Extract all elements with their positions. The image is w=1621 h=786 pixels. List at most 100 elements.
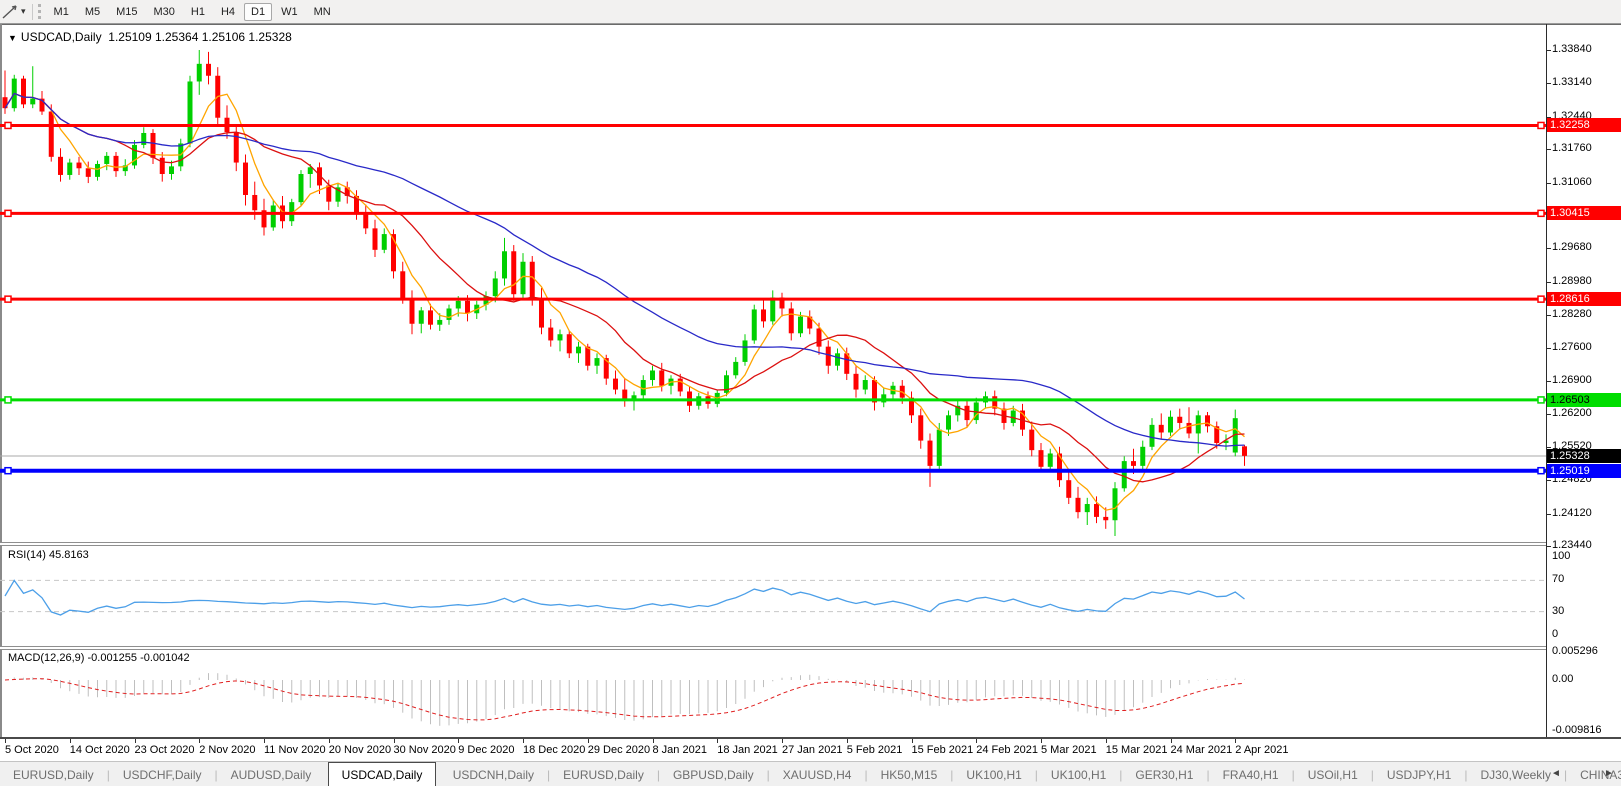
price-tick-label: 1.27600 [1552,340,1592,353]
date-tick [328,739,330,743]
level-price-tag: 1.28616 [1547,292,1621,307]
price-tick [1546,446,1551,448]
chart-tab-hk50-m15[interactable]: HK50,M15 [868,762,951,786]
chart-tab-usdcad-daily[interactable]: USDCAD,Daily [327,762,437,786]
level-price-tag: 1.32258 [1547,118,1621,133]
price-chart-canvas[interactable] [0,24,1546,542]
timeframe-button-m30[interactable]: M30 [147,3,182,21]
timeframe-button-h4[interactable]: H4 [214,3,242,21]
date-tick [911,739,913,743]
level-price-tag: 1.30415 [1547,206,1621,221]
date-tick [69,739,71,743]
date-tick [199,739,201,743]
timeframe-button-w1[interactable]: W1 [274,3,305,21]
date-tick-label: 24 Feb 2021 [976,744,1039,756]
date-tick-label: 18 Dec 2020 [523,744,586,756]
date-tick [717,739,719,743]
mt4-terminal-window: ▾ M1 M5 M15 M30 H1 H4 D1 W1 MN ▼ USDCAD,Daily 1.2… [0,0,1621,786]
date-tick-label: 30 Nov 2020 [393,744,456,756]
chart-tab-eurusd-daily[interactable]: EURUSD,Daily [550,762,657,786]
price-tick [1546,347,1551,349]
chart-tab-eurusd-daily[interactable]: EURUSD,Daily [0,762,107,786]
date-tick-label: 20 Nov 2020 [328,744,392,756]
date-tick [1105,739,1107,743]
date-tick [587,739,589,743]
date-tick [458,739,460,743]
tab-scroll-left-icon[interactable]: ◄ [1551,768,1561,779]
price-tick-label: 1.31760 [1552,142,1592,155]
current-price-tag: 1.25328 [1547,448,1621,463]
date-tick [1235,739,1237,743]
timeframe-button-d1[interactable]: D1 [244,2,273,21]
timeframe-buttons: M1 M5 M15 M30 H1 H4 D1 W1 MN [46,2,339,21]
date-tick [1170,739,1172,743]
date-tick [264,739,265,743]
price-tick [1546,380,1551,382]
date-tick [5,739,6,743]
toolbar-drag-grip[interactable] [37,4,41,19]
level-price-tag: 1.25019 [1547,463,1621,478]
price-tick [1546,545,1551,547]
date-tick-label: 5 Feb 2021 [846,744,903,756]
price-tick-label: 1.29680 [1552,241,1592,254]
rsi-tick-label: 0 [1552,628,1559,640]
macd-tick-label: -0.009816 [1552,724,1602,737]
rsi-tick-label: 100 [1552,550,1571,562]
date-tick-label: 27 Jan 2021 [782,744,843,756]
trendline-tool-icon[interactable] [1,3,21,21]
timeframe-button-m1[interactable]: M1 [47,3,76,21]
chart-tab-bar: EURUSD,Daily | USDCHF,Daily | AUDUSD,Daily U… [0,761,1621,786]
timeframe-toolbar: ▾ M1 M5 M15 M30 H1 H4 D1 W1 MN [0,0,1621,24]
chart-tab-usdchf-daily[interactable]: USDCHF,Daily [110,762,215,786]
date-tick-label: 24 Mar 2021 [1170,744,1233,756]
date-tick-label: 8 Jan 2021 [652,744,707,756]
macd-chart-canvas[interactable] [0,650,1546,737]
price-tick [1546,50,1551,51]
timeframe-button-m5[interactable]: M5 [78,3,107,21]
date-tick-label: 14 Oct 2020 [69,744,130,756]
chart-tab-uk100-h1[interactable]: UK100,H1 [953,762,1034,786]
date-tick-label: 2 Nov 2020 [199,744,256,756]
price-tick [1546,182,1551,184]
macd-tick-label: 0.00 [1552,673,1574,685]
macd-tick-label: 0.005296 [1552,645,1598,658]
timeframe-button-h1[interactable]: H1 [184,3,212,21]
chart-tab-audusd-daily[interactable]: AUDUSD,Daily [218,762,325,786]
date-tick-label: 11 Nov 2020 [264,744,326,756]
tab-scroll-right-icon[interactable]: ► [1604,768,1614,779]
rsi-tick-label: 30 [1552,604,1565,617]
chart-tab-fra40-h1[interactable]: FRA40,H1 [1210,762,1292,786]
date-tick-label: 18 Jan 2021 [717,744,778,756]
price-tick-label: 1.28280 [1552,308,1592,321]
date-tick [782,739,783,743]
date-tick-label: 23 Oct 2020 [134,744,195,756]
chart-tab-dj30-weekly[interactable]: DJ30,Weekly [1467,762,1563,786]
chart-tab-usoil-h1[interactable]: USOil,H1 [1295,762,1371,786]
date-tick-label: 5 Mar 2021 [1041,744,1097,756]
tool-dropdown-icon[interactable]: ▾ [21,6,26,17]
date-tick-label: 15 Feb 2021 [911,744,974,756]
date-tick-label: 15 Mar 2021 [1105,744,1168,756]
toolbar-separator [31,3,33,20]
price-tick-label: 1.24120 [1552,506,1592,519]
date-tick [523,739,524,743]
chart-tab-usdjpy-h1[interactable]: USDJPY,H1 [1374,762,1464,786]
timeframe-button-m15[interactable]: M15 [109,3,144,21]
date-tick-label: 29 Dec 2020 [587,744,651,756]
price-tick-label: 1.28980 [1552,274,1592,287]
chart-tab-ger30-h1[interactable]: GER30,H1 [1122,762,1206,786]
chart-tab-gbpusd-daily[interactable]: GBPUSD,Daily [660,762,767,786]
price-tick [1546,414,1551,416]
chart-tab-uk100-h1[interactable]: UK100,H1 [1038,762,1119,786]
price-tick [1546,480,1551,482]
rsi-chart-canvas[interactable] [0,546,1546,646]
price-tick [1546,83,1551,85]
date-axis[interactable]: 5 Oct 2020 14 Oct 2020 23 Oct 2020 2 Nov 20… [0,739,1621,761]
chart-tab-usdcnh-daily[interactable]: USDCNH,Daily [440,762,547,786]
timeframe-button-mn[interactable]: MN [307,3,338,21]
price-tick-label: 1.26900 [1552,373,1592,386]
date-tick [846,739,848,743]
chart-tab-xauusd-h4[interactable]: XAUUSD,H4 [770,762,865,786]
price-tick-label: 1.26200 [1552,407,1592,420]
price-tick [1546,281,1551,283]
